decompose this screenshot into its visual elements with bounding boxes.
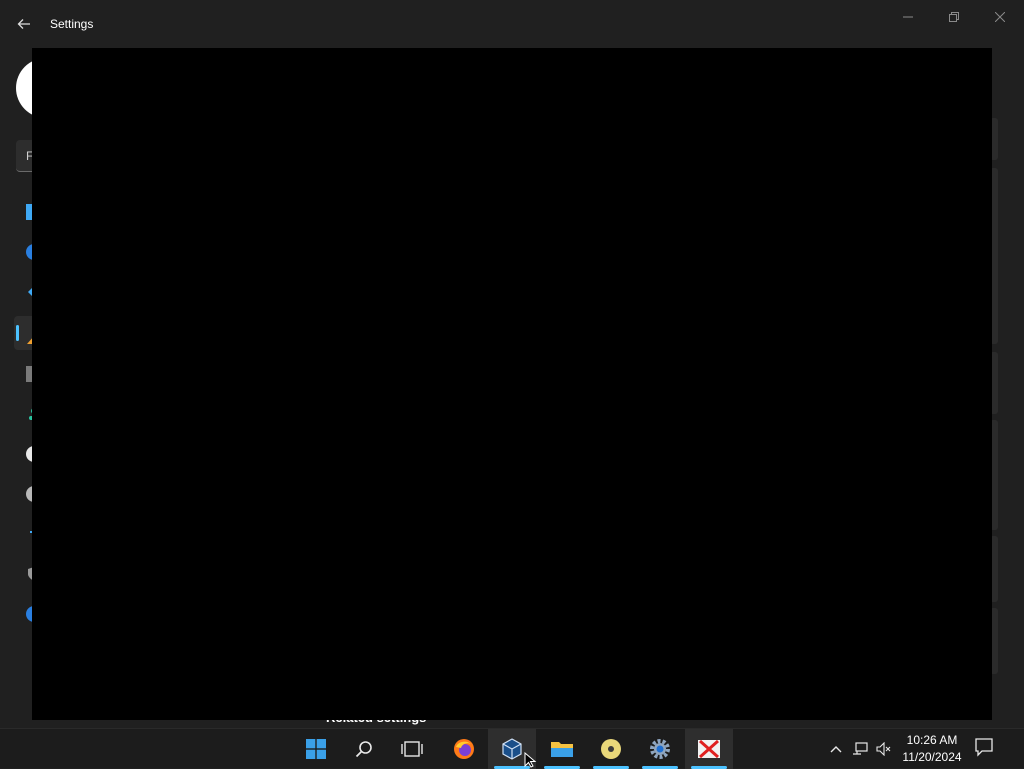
black-overlay-window <box>32 48 992 720</box>
search-icon <box>355 741 372 758</box>
notification-icon <box>975 738 993 757</box>
taskbar-search-button[interactable] <box>340 729 388 769</box>
arrow-left-icon <box>17 19 30 29</box>
firefox-icon <box>454 739 474 759</box>
clock-time: 10:26 AM <box>906 733 958 747</box>
virtualbox-icon <box>502 738 522 760</box>
close-icon <box>995 12 1005 22</box>
chevron-up-icon <box>830 746 842 753</box>
tray-overflow-button[interactable] <box>826 729 846 769</box>
restore-icon <box>949 12 959 22</box>
network-icon <box>853 742 868 755</box>
taskbar-settings-button[interactable] <box>636 729 684 769</box>
system-clock[interactable]: 10:26 AM 11/20/2024 <box>896 732 968 766</box>
clock-date: 11/20/2024 <box>902 750 962 764</box>
window-title: Settings <box>50 17 94 31</box>
sidebar-active-indicator <box>16 325 19 341</box>
taskbar-task-view-button[interactable] <box>388 729 436 769</box>
taskbar-start-button[interactable] <box>292 729 340 769</box>
taskbar-app-x-button[interactable] <box>685 729 733 769</box>
minimize-icon <box>903 16 913 18</box>
taskbar-media-button[interactable] <box>587 729 635 769</box>
taskbar-firefox-button[interactable] <box>440 729 488 769</box>
notification-center-button[interactable] <box>974 737 998 761</box>
red-x-icon <box>698 739 720 759</box>
taskbar: 10:26 AM 11/20/2024 <box>0 728 1024 769</box>
back-button[interactable] <box>12 12 36 36</box>
gear-icon <box>650 739 670 759</box>
tray-volume-button[interactable] <box>874 729 894 769</box>
folder-icon <box>551 742 573 757</box>
restore-button[interactable] <box>934 6 974 28</box>
title-bar: Settings <box>0 0 1024 48</box>
minimize-button[interactable] <box>888 6 928 28</box>
close-button[interactable] <box>980 6 1020 28</box>
taskbar-file-explorer-button[interactable] <box>538 729 586 769</box>
disc-icon <box>601 739 621 759</box>
volume-muted-icon <box>876 742 891 756</box>
tray-network-button[interactable] <box>850 729 870 769</box>
task-view-icon <box>401 741 423 757</box>
mouse-cursor-icon <box>524 752 537 768</box>
windows-start-icon <box>306 739 326 759</box>
